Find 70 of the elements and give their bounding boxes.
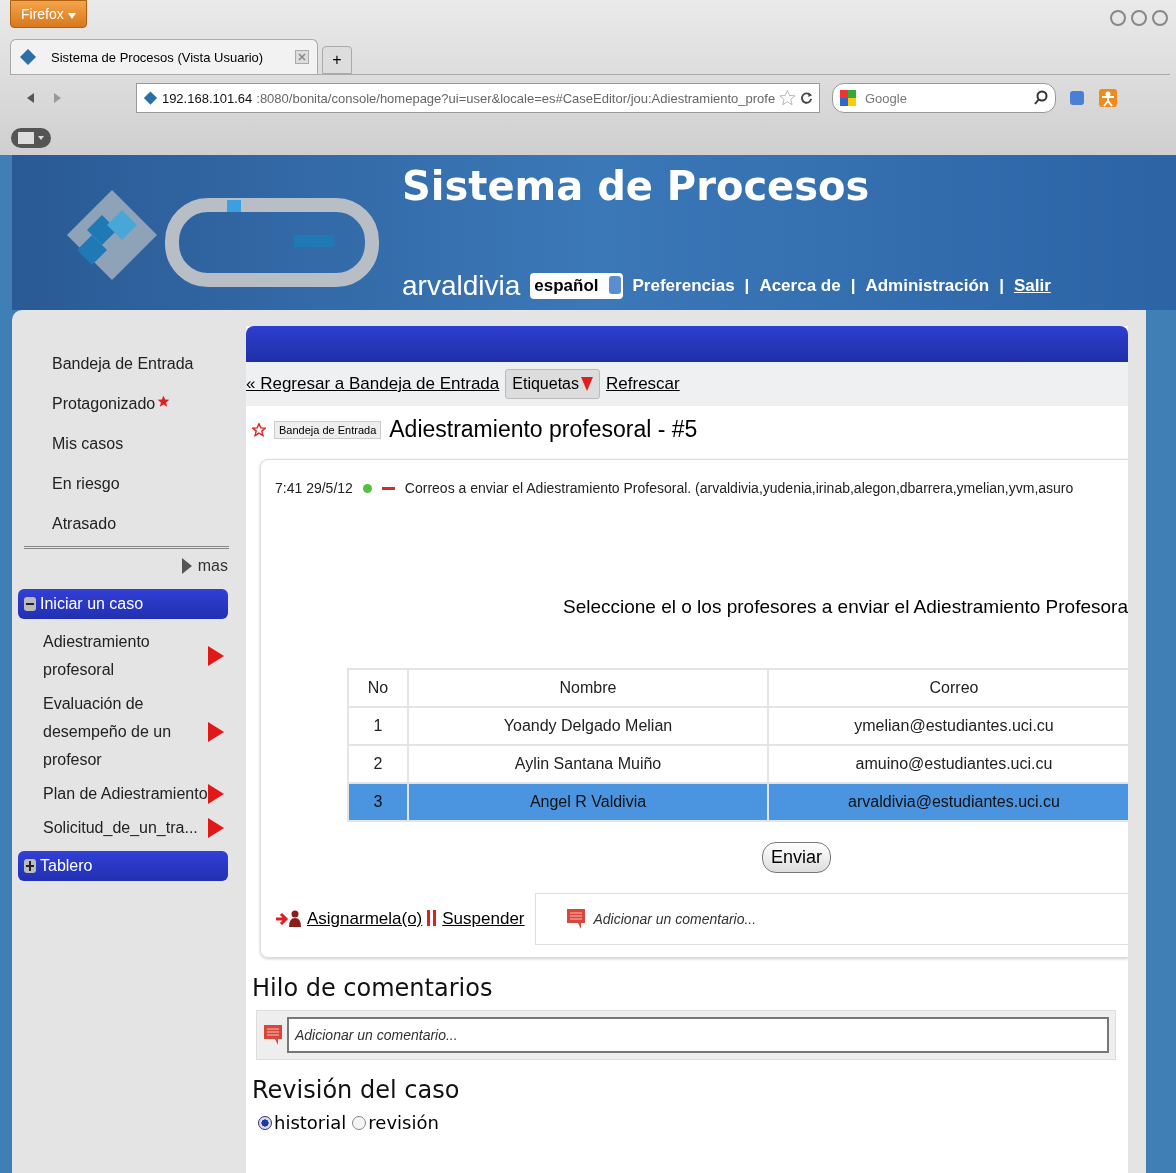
caret-icon <box>67 13 76 19</box>
tab-title: Sistema de Procesos (Vista Usuario) <box>51 49 264 65</box>
comment-input[interactable]: Adicionar un comentario... <box>287 1017 1109 1053</box>
process-item[interactable]: Adiestramiento profesoral <box>18 625 228 687</box>
address-bar[interactable]: 192.168.101.64 :8080/bonita/console/homepage?ui=user&locale=es#CaseEditor/jou:Adiestramiento_profe <box>136 83 820 113</box>
new-tab-button[interactable]: + <box>322 46 352 74</box>
section-heading: Revisión del caso <box>252 1076 461 1104</box>
category-tag: Bandeja de Entrada <box>274 420 382 439</box>
case-title: Adiestramiento profesoral - #5 <box>389 416 698 443</box>
language-select[interactable]: español <box>530 273 623 299</box>
app-title: Sistema de Procesos <box>402 163 871 209</box>
comment-icon <box>565 908 586 930</box>
entry-text: Correos a enviar el Adiestramiento Profesoral. (arvaldivia,yudenia,irinab,alegon,dbarrera,ymelian,yvm,asuro <box>404 480 1074 496</box>
window-controls-icon[interactable] <box>1108 8 1170 28</box>
comment-icon <box>263 1024 283 1046</box>
collapse-icon[interactable] <box>381 486 395 490</box>
section-header[interactable]: Tablero <box>18 851 228 881</box>
radio-option[interactable]: revisión <box>352 1112 439 1133</box>
link-separator: | <box>999 276 1004 296</box>
page-favicon-icon <box>19 48 37 66</box>
process-item[interactable]: Plan de Adiestramiento <box>18 777 228 811</box>
link-separator: | <box>850 276 856 296</box>
link-separator: | <box>744 276 750 296</box>
suspend-link[interactable]: Suspender <box>442 909 525 929</box>
send-button[interactable]: Enviar <box>762 842 831 873</box>
search-field[interactable]: Google <box>832 83 1056 113</box>
table-row[interactable]: 3 Angel R Valdivia arvaldivia@estudiantes.uci.cu <box>348 783 1140 821</box>
header-link[interactable]: Administración <box>865 276 990 296</box>
entry-time: 7:41 29/5/12 <box>275 480 353 496</box>
toggle-icon[interactable] <box>24 859 36 873</box>
process-item[interactable]: Evaluación de desempeño de un profesor <box>18 687 228 777</box>
section-heading: Hilo de comentarios <box>252 974 494 1002</box>
comment-field[interactable]: Adicionar un comentario... <box>534 893 1128 945</box>
sidebar-toggle-icon[interactable] <box>10 127 52 149</box>
site-icon <box>143 90 158 106</box>
pause-icon <box>426 909 439 929</box>
more-link[interactable]: mas <box>181 549 228 583</box>
star-icon[interactable] <box>252 422 266 437</box>
table-cell: 3 <box>348 783 408 821</box>
sidebar-item[interactable]: Atrasado <box>18 506 228 546</box>
close-icon[interactable] <box>295 50 309 64</box>
assign-user-icon <box>275 909 303 929</box>
toggle-icon[interactable] <box>24 597 36 611</box>
search-icon[interactable] <box>1033 90 1049 106</box>
column-header: No <box>348 669 408 707</box>
section-header[interactable]: Iniciar un caso <box>18 589 228 619</box>
bookmark-star-icon[interactable] <box>779 89 796 107</box>
sidebar-item[interactable]: Protagonizado <box>18 386 228 426</box>
refresh-link[interactable]: Refrescar <box>606 374 680 394</box>
table-cell: Angel R Valdivia <box>408 783 768 821</box>
form-heading: Seleccione el o los profesores a enviar el Adiestramiento Profesora <box>562 596 1128 618</box>
back-link[interactable]: « Regresar a Bandeja de Entrada <box>246 374 500 394</box>
labels-button[interactable]: Etiquetas <box>505 369 600 399</box>
radio-icon[interactable] <box>258 1115 272 1130</box>
header-link[interactable]: Acerca de <box>759 276 841 296</box>
username: arvaldivia <box>402 270 521 302</box>
browser-tab[interactable]: Sistema de Procesos (Vista Usuario) <box>10 39 318 74</box>
table-cell: Yoandy Delgado Melian <box>408 707 768 745</box>
radio-icon[interactable] <box>352 1115 367 1130</box>
reload-icon[interactable] <box>799 91 813 105</box>
sidebar-item[interactable]: Bandeja de Entrada <box>18 346 228 386</box>
radio-option[interactable]: historial <box>258 1112 347 1133</box>
header-link[interactable]: Salir <box>1013 276 1051 296</box>
addon-icon[interactable] <box>1068 89 1086 107</box>
column-header: Nombre <box>408 669 768 707</box>
assign-link[interactable]: Asignarmela(o) <box>307 909 423 929</box>
table-cell: 1 <box>348 707 408 745</box>
header-link[interactable]: Preferencias <box>632 276 735 296</box>
sidebar-item[interactable]: En riesgo <box>18 466 228 506</box>
sidebar-item[interactable]: Mis casos <box>18 426 228 466</box>
